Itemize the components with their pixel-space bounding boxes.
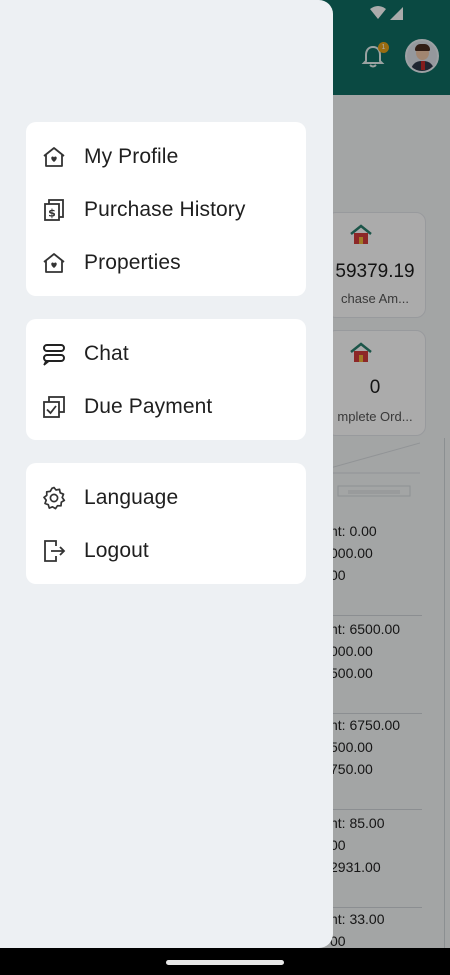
menu-group-settings: Language Logout bbox=[26, 463, 306, 584]
menu-item-label: Logout bbox=[84, 539, 149, 562]
menu-item-logout[interactable]: Logout bbox=[26, 529, 306, 573]
menu-item-label: Purchase History bbox=[84, 198, 246, 221]
home-gesture-bar[interactable] bbox=[166, 960, 284, 965]
menu-item-label: Language bbox=[84, 486, 179, 509]
menu-item-my-profile[interactable]: My Profile bbox=[26, 135, 306, 179]
system-nav-bar bbox=[0, 948, 450, 975]
menu-item-label: Properties bbox=[84, 251, 181, 274]
menu-item-label: My Profile bbox=[84, 145, 179, 168]
menu-item-label: Due Payment bbox=[84, 395, 213, 418]
chat-bubbles-icon bbox=[41, 341, 67, 367]
menu-item-language[interactable]: Language bbox=[26, 476, 306, 520]
menu-group-communication: Chat Due Payment bbox=[26, 319, 306, 440]
svg-text:$: $ bbox=[48, 207, 56, 220]
menu-item-label: Chat bbox=[84, 342, 129, 365]
navigation-drawer: My Profile $ Purchase History Properties… bbox=[0, 0, 333, 948]
menu-item-purchase-history[interactable]: $ Purchase History bbox=[26, 188, 306, 232]
home-heart-icon bbox=[41, 250, 67, 276]
checklist-icon bbox=[41, 394, 67, 420]
receipt-dollar-icon: $ bbox=[41, 197, 67, 223]
menu-item-properties[interactable]: Properties bbox=[26, 241, 306, 285]
menu-group-account: My Profile $ Purchase History Properties bbox=[26, 122, 306, 296]
home-heart-icon bbox=[41, 144, 67, 170]
menu-item-due-payment[interactable]: Due Payment bbox=[26, 385, 306, 429]
logout-icon bbox=[41, 538, 67, 564]
gear-icon bbox=[41, 485, 67, 511]
menu-item-chat[interactable]: Chat bbox=[26, 332, 306, 376]
